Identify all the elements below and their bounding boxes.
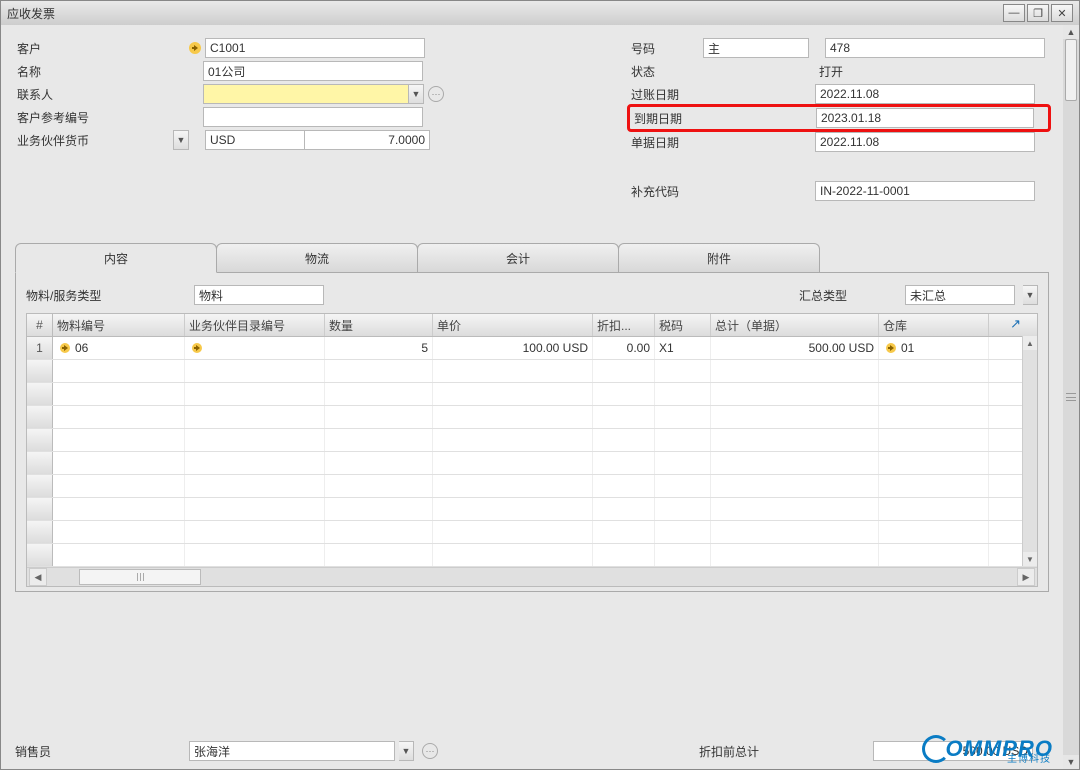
line-items-table: ↗ # 物料编号 业务伙伴目录编号 数量 单价 折扣... 税码 总计（单据） … — [26, 313, 1038, 587]
close-button[interactable]: ✕ — [1051, 4, 1073, 22]
link-arrow-icon[interactable] — [189, 340, 205, 356]
scroll-right-icon[interactable]: ▶ — [1017, 568, 1035, 586]
suppcode-field[interactable]: IN-2022-11-0001 — [815, 181, 1035, 201]
contact-label: 联系人 — [15, 86, 187, 103]
number-label: 号码 — [629, 40, 703, 57]
number-series-field[interactable]: 主 — [703, 38, 809, 58]
col-rownum[interactable]: # — [27, 314, 53, 336]
name-label: 名称 — [15, 63, 187, 80]
item-service-field[interactable]: 物料 — [194, 285, 324, 305]
cell-tax[interactable]: X1 — [655, 337, 711, 359]
minimize-button[interactable]: — — [1003, 4, 1025, 22]
col-discount[interactable]: 折扣... — [593, 314, 655, 336]
tab-panel-content: 物料/服务类型 物料 汇总类型 未汇总 ▼ ↗ # 物料编号 业务伙伴目录编号 … — [15, 272, 1049, 592]
postingdate-field[interactable]: 2022.11.08 — [815, 84, 1035, 104]
summary-type-field[interactable]: 未汇总 — [905, 285, 1015, 305]
summary-type-label: 汇总类型 — [799, 287, 897, 304]
window-title: 应收发票 — [7, 5, 55, 22]
watermark-logo: OMMPRO 主博科技 — [922, 735, 1053, 763]
postingdate-label: 过账日期 — [629, 86, 815, 103]
docdate-field[interactable]: 2022.11.08 — [815, 132, 1035, 152]
contact-field[interactable] — [203, 84, 409, 104]
col-tax[interactable]: 税码 — [655, 314, 711, 336]
tab-accounting[interactable]: 会计 — [417, 243, 619, 272]
info-icon[interactable]: ⋯ — [428, 86, 444, 102]
scroll-thumb[interactable] — [1065, 39, 1077, 101]
info-icon[interactable]: ⋯ — [422, 743, 438, 759]
form-body: 客户 C1001 名称 01公司 联系人 ▼ ⋯ 客户参考编号 — [1, 25, 1063, 769]
customer-label: 客户 — [15, 40, 187, 57]
duedate-label: 到期日期 — [632, 110, 816, 127]
cell-total[interactable]: 500.00 USD — [711, 337, 879, 359]
scroll-left-icon[interactable]: ◀ — [29, 568, 47, 586]
window-vertical-scrollbar[interactable]: ▲ ▼ — [1062, 25, 1079, 769]
col-total[interactable]: 总计（单据） — [711, 314, 879, 336]
duedate-field[interactable]: 2023.01.18 — [816, 108, 1034, 128]
bpcurrency-label: 业务伙伴货币 — [15, 132, 173, 149]
maximize-button[interactable]: ❐ — [1027, 4, 1049, 22]
cell-discount[interactable]: 0.00 — [593, 337, 655, 359]
item-service-label: 物料/服务类型 — [26, 287, 186, 304]
link-arrow-icon[interactable] — [57, 340, 73, 356]
custref-field[interactable] — [203, 107, 423, 127]
col-price[interactable]: 单价 — [433, 314, 593, 336]
footer-row: 销售员 张海洋 ▼ ⋯ 折扣前总计 500.00 USD — [15, 741, 1033, 761]
scroll-down-icon[interactable]: ▼ — [1023, 552, 1037, 566]
col-bpcatalog[interactable]: 业务伙伴目录编号 — [185, 314, 325, 336]
cell-rownum: 1 — [27, 337, 53, 359]
customer-field[interactable]: C1001 — [205, 38, 425, 58]
scroll-up-icon[interactable]: ▲ — [1023, 336, 1037, 350]
table-vertical-scrollbar[interactable]: ▲ ▼ — [1022, 336, 1037, 566]
titlebar: 应收发票 — ❐ ✕ — [1, 1, 1079, 26]
cell-price[interactable]: 100.00 USD — [433, 337, 593, 359]
col-warehouse[interactable]: 仓库 — [879, 314, 989, 336]
prediscount-label: 折扣前总计 — [699, 743, 869, 760]
bpcurrency-dropdown-icon[interactable]: ▼ — [173, 130, 189, 150]
link-arrow-icon[interactable] — [187, 40, 203, 56]
name-field[interactable]: 01公司 — [203, 61, 423, 81]
custref-label: 客户参考编号 — [15, 109, 187, 126]
table-horizontal-scrollbar[interactable]: ◀ ▶ — [27, 567, 1037, 586]
contact-dropdown-icon[interactable]: ▼ — [409, 84, 424, 104]
app-window: 应收发票 — ❐ ✕ ▲ ▼ 客户 C1001 名称 01公司 — [0, 0, 1080, 770]
cell-warehouse[interactable]: 01 — [879, 337, 989, 359]
scroll-up-icon[interactable]: ▲ — [1063, 25, 1079, 39]
status-value: 打开 — [815, 62, 1033, 80]
currency-field[interactable]: USD — [205, 130, 305, 150]
tab-logistics[interactable]: 物流 — [216, 243, 418, 272]
number-field[interactable]: 478 — [825, 38, 1045, 58]
docdate-label: 单据日期 — [629, 134, 815, 151]
scroll-down-icon[interactable]: ▼ — [1063, 755, 1079, 769]
scroll-thumb[interactable] — [79, 569, 201, 585]
summary-type-dropdown-icon[interactable]: ▼ — [1023, 285, 1038, 305]
col-qty[interactable]: 数量 — [325, 314, 433, 336]
expand-table-icon[interactable]: ↗ — [1010, 316, 1021, 332]
tab-attachments[interactable]: 附件 — [618, 243, 820, 272]
salesperson-field[interactable]: 张海洋 — [189, 741, 395, 761]
cell-qty[interactable]: 5 — [325, 337, 433, 359]
due-date-highlight: 到期日期 2023.01.18 — [627, 104, 1051, 132]
cell-itemcode[interactable]: 06 — [53, 337, 185, 359]
suppcode-label: 补充代码 — [629, 183, 815, 200]
status-label: 状态 — [629, 63, 815, 80]
tab-content[interactable]: 内容 — [15, 243, 217, 273]
table-header: # 物料编号 业务伙伴目录编号 数量 单价 折扣... 税码 总计（单据） 仓库 — [27, 314, 1037, 337]
table-row[interactable]: 1 06 5 100.00 USD 0.00 X1 500 — [27, 337, 1037, 360]
rate-field[interactable]: 7.0000 — [305, 130, 430, 150]
cell-bpcatalog[interactable] — [185, 337, 325, 359]
tabstrip: 内容 物流 会计 附件 — [15, 242, 1049, 272]
col-itemcode[interactable]: 物料编号 — [53, 314, 185, 336]
salesperson-label: 销售员 — [15, 743, 185, 760]
link-arrow-icon[interactable] — [883, 340, 899, 356]
salesperson-dropdown-icon[interactable]: ▼ — [399, 741, 414, 761]
